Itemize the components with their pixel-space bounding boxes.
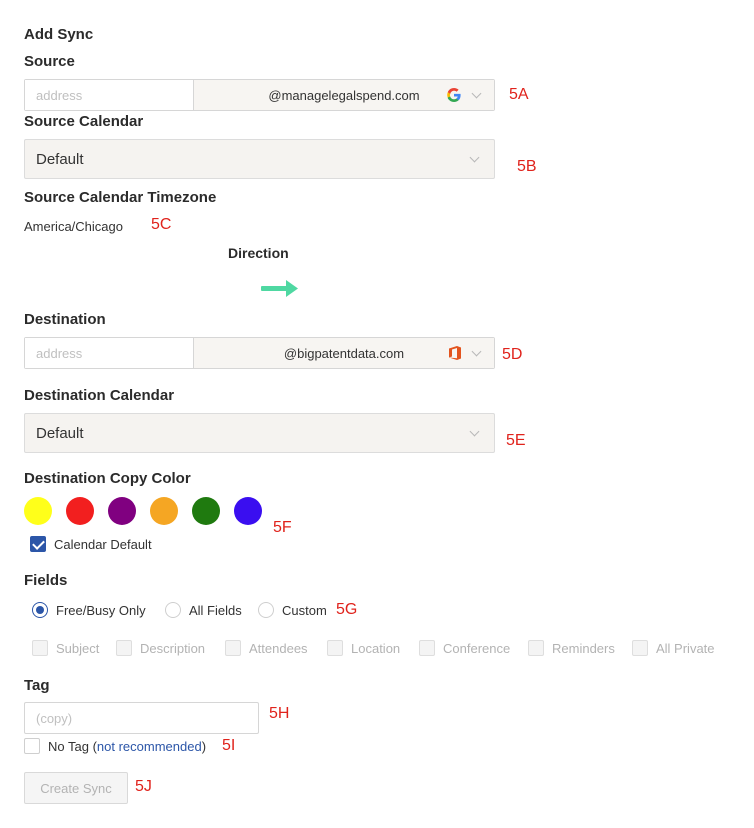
no-tag-close: ) bbox=[201, 739, 207, 754]
color-swatch-red[interactable] bbox=[66, 497, 94, 525]
source-calendar-label: Source Calendar bbox=[24, 113, 144, 130]
source-address-input[interactable] bbox=[25, 80, 194, 110]
no-tag-label: No Tag (not recommended) bbox=[48, 739, 206, 754]
source-domain-select[interactable]: @managelegalspend.com bbox=[194, 80, 494, 110]
color-swatch-green[interactable] bbox=[192, 497, 220, 525]
source-label: Source bbox=[24, 53, 75, 70]
calendar-default-checkbox[interactable] bbox=[30, 536, 46, 552]
radio-custom[interactable] bbox=[258, 602, 274, 618]
annotation-5f: 5F bbox=[273, 519, 292, 536]
no-tag-checkbox[interactable] bbox=[24, 738, 40, 754]
field-checkbox-attendees[interactable] bbox=[225, 640, 241, 656]
annotation-5a: 5A bbox=[509, 86, 529, 103]
chevron-down-icon bbox=[469, 152, 480, 163]
destination-domain-text: @bigpatentdata.com bbox=[283, 345, 405, 361]
annotation-5h: 5H bbox=[269, 705, 290, 722]
field-label-description: Description bbox=[140, 641, 206, 656]
tag-label: Tag bbox=[24, 677, 50, 694]
chevron-down-icon bbox=[471, 346, 482, 357]
google-icon bbox=[446, 87, 462, 106]
field-checkbox-conference[interactable] bbox=[419, 640, 435, 656]
source-timezone-value: America/Chicago bbox=[24, 219, 123, 234]
page-title: Add Sync bbox=[24, 26, 94, 43]
radio-free-busy-label: Free/Busy Only bbox=[56, 603, 146, 618]
tag-input[interactable] bbox=[24, 702, 259, 734]
calendar-default-label: Calendar Default bbox=[54, 537, 152, 552]
color-swatch-purple[interactable] bbox=[108, 497, 136, 525]
destination-address-input[interactable] bbox=[25, 338, 194, 368]
copy-color-label: Destination Copy Color bbox=[24, 470, 191, 487]
destination-label: Destination bbox=[24, 311, 106, 328]
annotation-5b: 5B bbox=[517, 158, 537, 175]
destination-account-picker: @bigpatentdata.com bbox=[24, 337, 495, 369]
radio-custom-label: Custom bbox=[282, 603, 327, 618]
field-label-all-private: All Private bbox=[656, 641, 715, 656]
color-swatch-blue[interactable] bbox=[234, 497, 262, 525]
annotation-5i: 5I bbox=[222, 737, 236, 754]
radio-all-fields[interactable] bbox=[165, 602, 181, 618]
chevron-down-icon bbox=[469, 426, 480, 437]
field-label-conference: Conference bbox=[443, 641, 511, 656]
destination-calendar-select[interactable]: Default bbox=[24, 413, 495, 453]
office-icon bbox=[448, 345, 462, 364]
field-checkbox-description[interactable] bbox=[116, 640, 132, 656]
destination-calendar-value: Default bbox=[36, 424, 84, 442]
fields-label: Fields bbox=[24, 572, 68, 589]
annotation-5d: 5D bbox=[502, 346, 523, 363]
direction-label: Direction bbox=[228, 245, 289, 261]
annotation-5j: 5J bbox=[135, 778, 152, 795]
create-sync-button[interactable]: Create Sync bbox=[24, 772, 128, 804]
color-swatch-orange[interactable] bbox=[150, 497, 178, 525]
annotation-5g: 5G bbox=[336, 601, 358, 618]
no-tag-text: No Tag ( bbox=[48, 739, 97, 754]
source-domain-text: @managelegalspend.com bbox=[268, 87, 420, 103]
field-label-reminders: Reminders bbox=[552, 641, 615, 656]
annotation-5e: 5E bbox=[506, 432, 526, 449]
radio-free-busy[interactable] bbox=[32, 602, 48, 618]
source-timezone-label: Source Calendar Timezone bbox=[24, 189, 217, 206]
field-label-location: Location bbox=[351, 641, 401, 656]
not-recommended-link[interactable]: not recommended bbox=[97, 739, 202, 754]
destination-calendar-label: Destination Calendar bbox=[24, 387, 175, 404]
field-checkbox-subject[interactable] bbox=[32, 640, 48, 656]
arrow-right-icon[interactable] bbox=[259, 278, 299, 303]
chevron-down-icon bbox=[471, 88, 482, 99]
annotation-5c: 5C bbox=[151, 216, 172, 233]
field-label-subject: Subject bbox=[56, 641, 100, 656]
source-calendar-select[interactable]: Default bbox=[24, 139, 495, 179]
source-calendar-value: Default bbox=[36, 150, 84, 168]
radio-all-fields-label: All Fields bbox=[189, 603, 242, 618]
field-checkbox-reminders[interactable] bbox=[528, 640, 544, 656]
field-checkbox-all-private[interactable] bbox=[632, 640, 648, 656]
color-swatch-yellow[interactable] bbox=[24, 497, 52, 525]
field-checkbox-location[interactable] bbox=[327, 640, 343, 656]
destination-domain-select[interactable]: @bigpatentdata.com bbox=[194, 338, 494, 368]
field-label-attendees: Attendees bbox=[249, 641, 308, 656]
source-account-picker: @managelegalspend.com bbox=[24, 79, 495, 111]
